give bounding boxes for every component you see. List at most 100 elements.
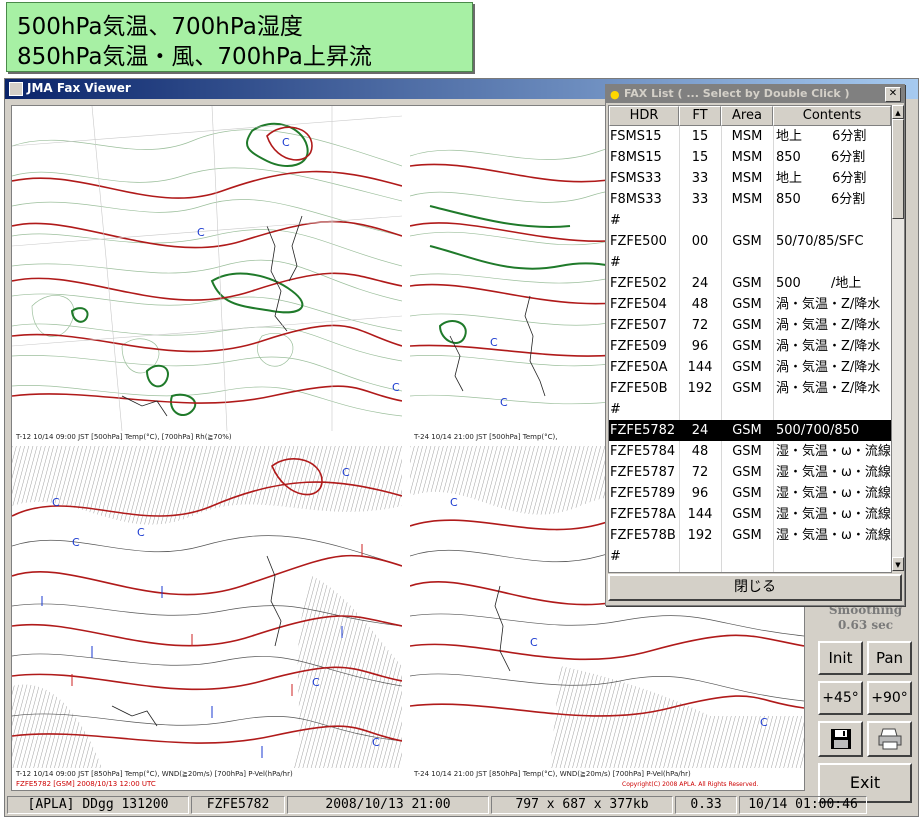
svg-text:C: C	[500, 396, 508, 409]
fax-list-row[interactable]: FZFE50B 192 GSM 渦・気温・Z/降水	[609, 378, 891, 399]
fax-list-row[interactable]: F8MS33 33 MSM 850 6分割	[609, 189, 891, 210]
smoothing-indicator: Smoothing 0.63 sec	[820, 603, 911, 633]
fax-cell-contents: 渦・気温・Z/降水	[776, 318, 881, 333]
fax-list-row[interactable]: #	[609, 210, 891, 231]
fax-list-row[interactable]: F8MS15 15 MSM 850 6分割	[609, 147, 891, 168]
close-button[interactable]: 閉じる	[608, 574, 902, 601]
fax-cell-contents: 500 /地上	[776, 276, 862, 291]
fax-list-row[interactable]: FSMS33 33 MSM 地上 6分割	[609, 168, 891, 189]
fax-cell-area: GSM	[732, 465, 762, 480]
fax-list-row[interactable]: FZFE5784 48 GSM 湿・気温・ω・流線	[609, 441, 891, 462]
scroll-down-icon[interactable]: ▼	[892, 557, 904, 571]
status-clock: 10/14 01:00:46	[739, 796, 867, 814]
fax-cell-hdr: FSMS15	[610, 129, 662, 144]
fax-cell-ft: 96	[691, 339, 709, 354]
fax-cell-area: GSM	[732, 381, 762, 396]
fax-cell-ft: 33	[691, 171, 709, 186]
fax-cell-hdr: FZFE50A	[610, 360, 668, 375]
fax-list-row[interactable]: #	[609, 546, 891, 567]
fax-cell-hdr: FZFE509	[610, 339, 667, 354]
fax-cell-contents: 湿・気温・ω・流線	[776, 444, 891, 459]
app-icon	[9, 82, 23, 96]
fax-cell-hdr: FSMS33	[610, 171, 662, 186]
status-time-value: 0.33	[675, 796, 737, 814]
fax-list-row[interactable]: #	[609, 252, 891, 273]
save-button[interactable]	[818, 721, 863, 757]
fax-list-dialog: ● FAX List ( ... Select by Double Click …	[605, 84, 905, 606]
scroll-up-icon[interactable]: ▲	[892, 105, 904, 119]
scroll-thumb[interactable]	[892, 119, 904, 219]
fax-cell-area: GSM	[732, 297, 762, 312]
fax-list-row[interactable]: FZFE500 00 GSM 50/70/85/SFC	[609, 231, 891, 252]
fax-cell-ft: 00	[691, 234, 709, 249]
title-banner: 500hPa気温、700hPa湿度 850hPa気温・風、700hPa上昇流	[6, 2, 473, 72]
fax-cell-ft: 144	[687, 507, 713, 522]
fax-cell-hdr: FZFE578B	[610, 528, 676, 543]
banner-line-1: 500hPa気温、700hPa湿度	[17, 14, 303, 40]
fax-list-table: HDR FT Area Contents FSMS15 15 MSM 地上 6分割 F8…	[608, 105, 892, 573]
fax-list-row[interactable]: FZFE502 24 GSM 500 /地上	[609, 273, 891, 294]
fax-list-row[interactable]: FZFE504 48 GSM 渦・気温・Z/降水	[609, 294, 891, 315]
fax-cell-area: GSM	[732, 234, 762, 249]
fax-cell-contents: 50/70/85/SFC	[776, 234, 864, 249]
fax-cell-hdr: FZFE504	[610, 297, 667, 312]
printer-icon	[878, 728, 901, 750]
fax-list-row[interactable]: FZFE50A 144 GSM 渦・気温・Z/降水	[609, 357, 891, 378]
fax-cell-ft: 24	[691, 423, 709, 438]
fax-cell-ft: 192	[687, 528, 713, 543]
caption-bottom-left: T-12 10/14 09:00 JST [850hPa] Temp(°C), …	[16, 770, 293, 778]
fax-list-row[interactable]: FZFE578B 192 GSM 湿・気温・ω・流線	[609, 525, 891, 546]
window-title: JMA Fax Viewer	[27, 81, 131, 95]
fax-cell-hdr: FZFE578A	[610, 507, 676, 522]
fax-cell-area: GSM	[732, 444, 762, 459]
fax-list-row[interactable]: FZFE507 72 GSM 渦・気温・Z/降水	[609, 315, 891, 336]
fax-cell-area: GSM	[732, 318, 762, 333]
map-bottom-left: C C C C C C	[12, 446, 402, 768]
fax-cell-contents: 湿・気温・ω・流線	[776, 465, 891, 480]
status-fax-code: FZFE5782	[191, 796, 285, 814]
svg-text:C: C	[342, 466, 350, 479]
fax-cell-contents: 渦・気温・Z/降水	[776, 360, 881, 375]
fax-list-title-bar[interactable]: ● FAX List ( ... Select by Double Click …	[606, 85, 904, 103]
fax-list-scrollbar[interactable]: ▲ ▼	[892, 105, 904, 571]
fax-cell-contents: 湿・気温・ω・流線	[776, 507, 891, 522]
svg-text:C: C	[372, 736, 380, 749]
fax-cell-hdr: #	[610, 213, 621, 228]
caption-top-right: T-24 10/14 21:00 JST [500hPa] Temp(°C),	[414, 433, 558, 441]
fax-list-row[interactable]: FZFE509 96 GSM 渦・気温・Z/降水	[609, 336, 891, 357]
svg-text:C: C	[52, 496, 60, 509]
fax-list-row[interactable]: FZFE5782 24 GSM 500/700/850	[609, 420, 891, 441]
fax-list-row[interactable]: FZFE5789 96 GSM 湿・気温・ω・流線	[609, 483, 891, 504]
close-icon[interactable]: ✕	[885, 87, 901, 102]
fax-cell-contents: 渦・気温・Z/降水	[776, 297, 881, 312]
column-header-contents[interactable]: Contents	[773, 106, 891, 126]
copyright-text: Copyright(C) 2008 APLA. All Rights Reser…	[622, 781, 759, 788]
fax-list-row[interactable]: FZFE578A 144 GSM 湿・気温・ω・流線	[609, 504, 891, 525]
rotate-45-button[interactable]: +45°	[818, 681, 863, 715]
fax-cell-ft: 144	[687, 360, 713, 375]
lightbulb-icon: ●	[610, 88, 620, 101]
fax-cell-contents: 地上 6分割	[776, 171, 867, 186]
column-header-hdr[interactable]: HDR	[609, 106, 679, 126]
smoothing-value: 0.63 sec	[837, 618, 894, 632]
fax-list-row[interactable]: FZFE5787 72 GSM 湿・気温・ω・流線	[609, 462, 891, 483]
svg-text:C: C	[450, 496, 458, 509]
fax-list-row[interactable]: FSMS15 15 MSM 地上 6分割	[609, 126, 891, 147]
status-datetime: 2008/10/13 21:00	[287, 796, 489, 814]
fax-list-row[interactable]: #	[609, 399, 891, 420]
init-button[interactable]: Init	[818, 641, 863, 675]
banner-line-2: 850hPa気温・風、700hPa上昇流	[17, 44, 372, 70]
column-header-area[interactable]: Area	[721, 106, 773, 126]
fax-cell-hdr: FZFE500	[610, 234, 667, 249]
fax-cell-ft: 72	[691, 465, 709, 480]
fax-cell-contents: 渦・気温・Z/降水	[776, 381, 881, 396]
fax-cell-hdr: FZFE5784	[610, 444, 676, 459]
pan-button[interactable]: Pan	[867, 641, 912, 675]
rotate-90-button[interactable]: +90°	[867, 681, 912, 715]
print-button[interactable]	[867, 721, 912, 757]
floppy-disk-icon	[830, 729, 851, 749]
side-control-panel: Smoothing 0.63 sec Init Pan +45° +90° Ex…	[818, 589, 913, 809]
column-header-ft[interactable]: FT	[679, 106, 721, 126]
fax-cell-ft: 96	[691, 486, 709, 501]
map-850hpa-temp-wind-700hpa-pvel-t12: C C C C C C	[12, 446, 402, 768]
